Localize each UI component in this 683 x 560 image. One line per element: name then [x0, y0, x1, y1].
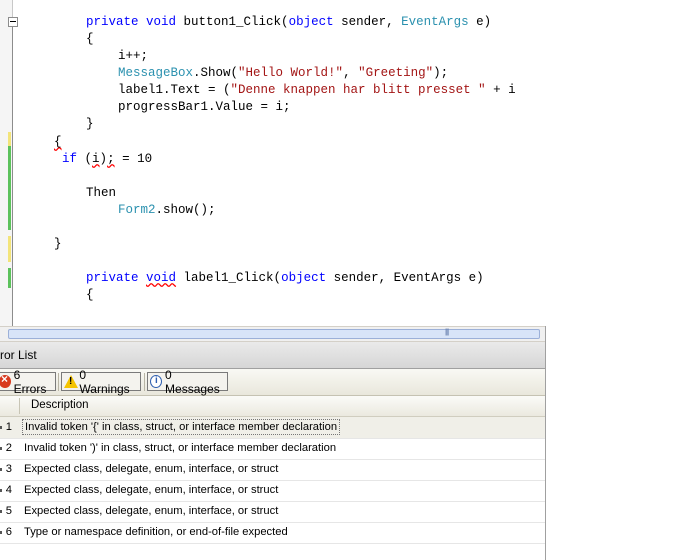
error-description: Invalid token ')' in class, struct, or i… [24, 442, 337, 454]
error-number: 3 [5, 463, 12, 475]
error-row[interactable]: 6 Type or namespace definition, or end-of… [0, 522, 545, 544]
code-line[interactable]: { [86, 287, 94, 304]
code-token: , [343, 66, 359, 80]
info-icon [150, 375, 163, 388]
error-description: Expected class, delegate, enum, interfac… [24, 505, 279, 517]
code-token: void [146, 271, 177, 285]
code-line[interactable]: Form2.show(); [118, 202, 216, 219]
code-line[interactable]: private void label1_Click(object sender,… [86, 270, 484, 287]
code-line[interactable]: { [86, 31, 94, 48]
error-number: 2 [5, 442, 12, 454]
code-token: ; [107, 152, 115, 166]
code-token: label1.Text = ( [118, 83, 231, 97]
code-token: private [86, 15, 147, 29]
code-token: "Denne knappen har blitt presset " [230, 83, 486, 97]
code-token: { [86, 288, 94, 302]
errors-filter-label: 6 Errors [13, 367, 47, 396]
code-line[interactable]: { [54, 134, 62, 151]
warnings-filter-button[interactable]: 0 Warnings [61, 368, 141, 396]
errors-filter-button[interactable]: 6 Errors [0, 368, 56, 396]
code-token: EventArgs [401, 15, 477, 29]
collapse-region-icon[interactable] [8, 17, 18, 27]
code-token: if [62, 152, 85, 166]
scrollbar-thumb[interactable] [8, 329, 540, 339]
code-token: void [146, 15, 184, 29]
error-list-panel: ror List 6 Errors 0 Warnings 0 Messages … [0, 342, 545, 560]
code-token: object [281, 271, 334, 285]
code-token: ); [433, 66, 449, 80]
code-line[interactable]: label1.Text = ("Denne knappen har blitt … [118, 82, 516, 99]
code-token: { [86, 32, 94, 46]
warnings-filter-label: 0 Warnings [79, 367, 130, 396]
error-row[interactable]: 3 Expected class, delegate, enum, interfa… [0, 459, 545, 481]
code-token: progressBar1.Value = i; [118, 100, 291, 114]
scrollbar-grip-icon: |||| [445, 329, 449, 336]
code-token: } [54, 237, 62, 251]
error-description: Invalid token '{' in class, struct, or i… [22, 419, 341, 435]
description-column-header[interactable]: Description [31, 399, 89, 411]
error-description: Expected class, delegate, enum, interfac… [24, 484, 279, 496]
code-line[interactable]: } [54, 236, 62, 253]
code-token: Then [86, 186, 117, 200]
error-number: 1 [5, 421, 12, 433]
code-token: label1_Click( [176, 271, 282, 285]
code-token: Form2 [118, 203, 156, 217]
code-token: sender, EventArgs e) [333, 271, 484, 285]
outline-line [12, 27, 13, 326]
code-line[interactable]: Then [86, 185, 116, 202]
code-line[interactable]: private void button1_Click(object sender… [86, 14, 491, 31]
error-table-header: Description [0, 396, 545, 417]
error-row[interactable]: 2 Invalid token ')' in class, struct, or … [0, 438, 545, 460]
code-token: "Hello World!" [238, 66, 344, 80]
code-token: ( [84, 152, 93, 166]
error-filter-toolbar: 6 Errors 0 Warnings 0 Messages [0, 368, 545, 396]
change-marker-green [8, 268, 11, 288]
toolbar-separator [58, 373, 59, 391]
code-token: } [86, 117, 94, 131]
code-token: { [54, 135, 62, 149]
error-row[interactable]: 1 Invalid token '{' in class, struct, or … [0, 417, 545, 439]
code-token: i [92, 152, 100, 166]
code-token: .Show( [193, 66, 239, 80]
error-number: 6 [5, 526, 12, 538]
error-number: 5 [5, 505, 12, 517]
messages-filter-button[interactable]: 0 Messages [147, 368, 228, 396]
code-token: + i [485, 83, 516, 97]
code-token: button1_Click( [183, 15, 289, 29]
code-line[interactable]: progressBar1.Value = i; [118, 99, 291, 116]
code-token: = 10 [114, 152, 153, 166]
panel-title-bar: ror List [0, 342, 545, 369]
code-token: ) [99, 152, 108, 166]
pane-divider [545, 326, 546, 560]
code-token: private [86, 271, 147, 285]
code-token: "Greeting" [358, 66, 434, 80]
column-separator[interactable] [19, 398, 20, 414]
messages-filter-label: 0 Messages [165, 367, 220, 396]
code-token: sender, [341, 15, 402, 29]
code-token: i++; [118, 49, 149, 63]
warning-icon [64, 375, 79, 388]
code-token: .show(); [155, 203, 216, 217]
change-marker-yellow [8, 236, 11, 262]
toolbar-separator [144, 373, 145, 391]
code-editor[interactable]: private void button1_Click(object sender… [0, 0, 545, 326]
code-line[interactable]: if (i); = 10 [62, 151, 152, 168]
error-icon [0, 372, 11, 388]
code-token: MessageBox [118, 66, 194, 80]
horizontal-scrollbar[interactable]: |||| [0, 326, 545, 342]
error-number: 4 [5, 484, 12, 496]
error-description: Expected class, delegate, enum, interfac… [24, 463, 279, 475]
code-line[interactable]: i++; [118, 48, 148, 65]
code-token: object [288, 15, 342, 29]
change-marker-green [8, 146, 11, 230]
code-line[interactable]: } [86, 116, 94, 133]
code-token: e) [476, 15, 492, 29]
error-row[interactable]: 5 Expected class, delegate, enum, interfa… [0, 501, 545, 523]
panel-title: ror List [0, 348, 37, 362]
change-marker-yellow [8, 132, 11, 146]
code-line[interactable]: MessageBox.Show("Hello World!", "Greetin… [118, 65, 448, 82]
error-row[interactable]: 4 Expected class, delegate, enum, interfa… [0, 480, 545, 502]
error-description: Type or namespace definition, or end-of-… [24, 526, 288, 538]
